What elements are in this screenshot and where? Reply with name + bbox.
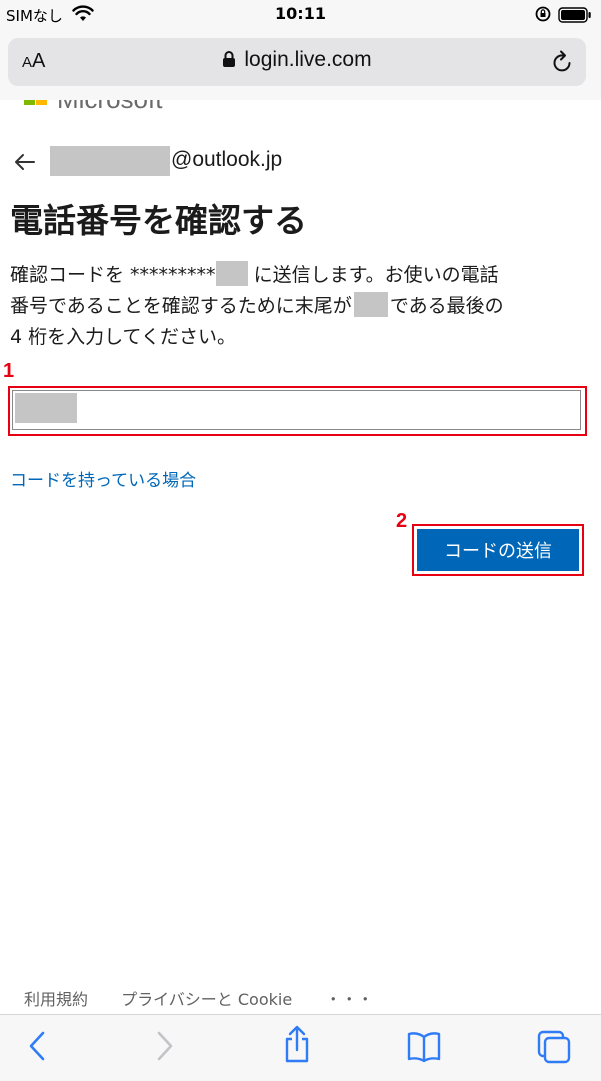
back-arrow-icon[interactable] — [14, 152, 36, 176]
phone-digits-input[interactable] — [12, 390, 581, 430]
microsoft-wordmark: Microsoft — [57, 100, 162, 112]
masked-phone-digits — [215, 261, 248, 286]
back-icon[interactable] — [26, 1029, 50, 1067]
url-display[interactable]: login.live.com — [8, 48, 586, 74]
more-options-link[interactable]: ・・・ — [325, 990, 373, 1009]
footer-links: 利用規約 プライバシーと Cookie ・・・ — [24, 986, 401, 1010]
microsoft-logo: Microsoft — [0, 100, 601, 112]
browser-toolbar — [0, 1014, 601, 1081]
logo-square-green — [24, 100, 35, 105]
orientation-lock-icon — [534, 5, 552, 27]
reload-icon[interactable] — [552, 50, 574, 78]
browser-address-bar: AA login.live.com — [0, 30, 601, 100]
forward-icon[interactable] — [152, 1029, 176, 1067]
padlock-icon — [222, 50, 236, 74]
bookmarks-icon[interactable] — [406, 1029, 442, 1067]
clock: 10:11 — [275, 4, 326, 23]
logo-square-yellow — [36, 100, 47, 105]
description: 確認コードを ********* に送信します。お使いの電話 番号であることを確… — [10, 260, 590, 353]
description-line: 4 桁を入力してください。 — [10, 326, 236, 348]
send-code-button[interactable]: コードの送信 — [417, 529, 579, 571]
share-icon[interactable] — [282, 1025, 312, 1069]
description-line: 確認コードを ********* に送信します。お使いの電話 — [10, 260, 590, 291]
page-title: 電話番号を確認する — [10, 201, 307, 240]
have-code-link[interactable]: コードを持っている場合 — [10, 466, 196, 491]
terms-link[interactable]: 利用規約 — [24, 990, 88, 1009]
highlight-frame-button: コードの送信 — [412, 524, 584, 576]
url-text: login.live.com — [244, 48, 372, 71]
status-bar: SIMなし 10:11 — [0, 0, 601, 30]
description-line: 番号であることを確認するために末尾が である最後の — [10, 291, 590, 322]
tabs-icon[interactable] — [536, 1029, 572, 1069]
battery-icon — [558, 7, 592, 27]
account-email: @outlook.jp — [171, 148, 283, 171]
highlight-frame-input — [8, 386, 587, 436]
address-field[interactable]: AA login.live.com — [8, 38, 586, 86]
step-marker-2: 2 — [396, 510, 408, 532]
privacy-link[interactable]: プライバシーと Cookie — [121, 990, 292, 1009]
step-marker-1: 1 — [3, 360, 15, 382]
masked-last-digits — [353, 292, 388, 317]
masked-username — [50, 146, 170, 176]
